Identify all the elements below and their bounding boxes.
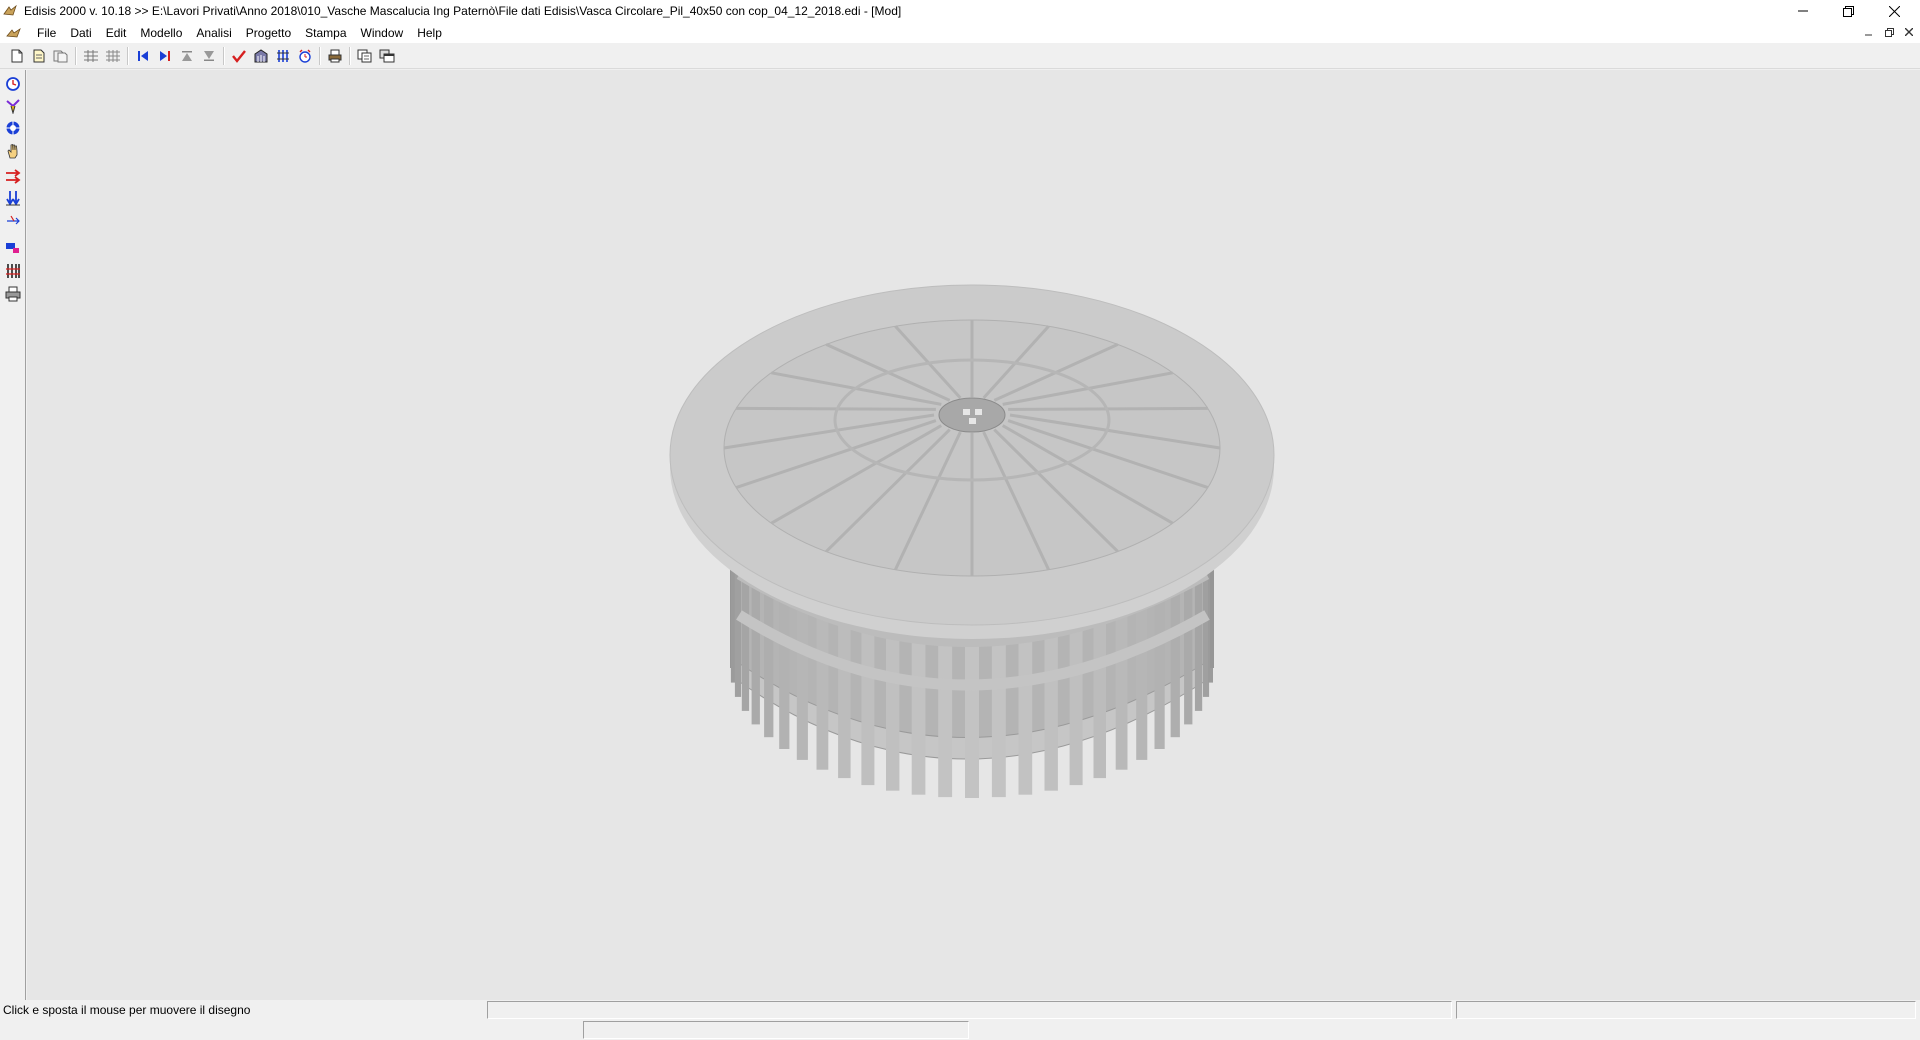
minimize-icon	[1797, 10, 1808, 12]
menu-edit[interactable]: Edit	[99, 26, 134, 40]
hub-opening	[969, 418, 976, 424]
save-file-icon	[53, 50, 68, 62]
toolbar	[0, 43, 1920, 69]
hub-opening	[975, 409, 982, 415]
menu-analisi[interactable]: Analisi	[189, 26, 238, 40]
printer-button[interactable]	[324, 45, 346, 67]
status-panel-3	[1456, 1001, 1916, 1019]
select-button[interactable]	[3, 96, 23, 116]
menu-bar: File Dati Edit Modello Analisi Progetto …	[0, 22, 1920, 43]
toolbar-separator	[127, 46, 129, 65]
window-icon	[379, 49, 395, 62]
copy-button[interactable]	[354, 45, 376, 67]
title-bar: Edisis 2000 v. 10.18 >> E:\Lavori Privat…	[0, 0, 1920, 22]
doc-close-button[interactable]	[1900, 24, 1918, 40]
circular-tank-3d-model	[669, 284, 1275, 798]
print-preview-button[interactable]	[3, 284, 23, 304]
minimize-icon	[1865, 34, 1872, 36]
document-window-controls	[1860, 24, 1918, 40]
check-button[interactable]	[228, 45, 250, 67]
clock-icon	[299, 49, 311, 63]
menu-help[interactable]: Help	[410, 26, 449, 40]
copy-icon	[357, 49, 372, 62]
window-button[interactable]	[376, 45, 398, 67]
axis-button[interactable]	[3, 210, 23, 230]
arrows-vertical-icon	[6, 191, 20, 206]
central-hub	[938, 397, 1006, 433]
open-file-icon	[33, 49, 45, 62]
move-up-icon	[182, 50, 192, 61]
toolbar-separator	[319, 46, 321, 65]
toolbar-separator	[75, 46, 77, 65]
rotate-icon	[6, 77, 20, 91]
building-icon	[254, 48, 268, 62]
printer-icon	[328, 49, 342, 62]
orbit-button[interactable]	[3, 118, 23, 138]
menu-modello[interactable]: Modello	[133, 26, 189, 40]
hand-pan-button[interactable]	[3, 141, 23, 161]
grid-alt-icon	[106, 49, 120, 62]
status-panel-2	[487, 1001, 1452, 1019]
app-logo-icon[interactable]	[3, 4, 19, 18]
toolbar-separator	[223, 46, 225, 65]
new-file-icon	[11, 49, 23, 62]
orbit-icon	[6, 121, 20, 135]
restore-button[interactable]	[1826, 0, 1871, 22]
columns-icon	[277, 49, 289, 62]
status-bar: Click e sposta il mouse per muovere il d…	[0, 1000, 1920, 1040]
first-record-button[interactable]	[132, 45, 154, 67]
print-icon	[5, 286, 21, 302]
arrows-horizontal-icon	[6, 169, 21, 184]
clock-button[interactable]	[294, 45, 316, 67]
grid-alt-button[interactable]	[102, 45, 124, 67]
grid-icon	[84, 49, 98, 62]
menu-progetto[interactable]: Progetto	[239, 26, 298, 40]
rotate-button[interactable]	[3, 74, 23, 94]
arrows-vertical-button[interactable]	[3, 188, 23, 208]
doc-restore-button[interactable]	[1880, 24, 1898, 40]
close-button[interactable]	[1872, 0, 1917, 22]
hub-opening	[963, 409, 970, 415]
new-file-button[interactable]	[6, 45, 28, 67]
render-button[interactable]	[3, 238, 23, 258]
arrows-horizontal-button[interactable]	[3, 166, 23, 186]
last-record-button[interactable]	[154, 45, 176, 67]
move-down-icon	[204, 50, 214, 61]
menu-window[interactable]: Window	[354, 26, 411, 40]
side-toolbar	[0, 70, 26, 1000]
close-icon	[1889, 5, 1900, 17]
close-icon	[1905, 28, 1913, 36]
menu-dati[interactable]: Dati	[63, 26, 98, 40]
bars-button[interactable]	[3, 261, 23, 281]
hand-pan-icon	[7, 143, 18, 159]
check-icon	[232, 49, 246, 63]
grid-button[interactable]	[80, 45, 102, 67]
menu-stampa[interactable]: Stampa	[298, 26, 353, 40]
doc-minimize-button[interactable]	[1860, 24, 1878, 40]
status-panel-4	[583, 1021, 969, 1039]
save-file-button[interactable]	[50, 45, 72, 67]
open-file-button[interactable]	[28, 45, 50, 67]
move-up-button[interactable]	[176, 45, 198, 67]
menu-file[interactable]: File	[30, 26, 63, 40]
bars-icon	[6, 264, 20, 278]
render-icon	[6, 243, 19, 253]
building-button[interactable]	[250, 45, 272, 67]
last-record-icon	[160, 50, 170, 61]
document-menu-icon[interactable]	[6, 26, 24, 40]
select-icon	[6, 99, 20, 114]
restore-icon	[1884, 27, 1894, 37]
model-viewport[interactable]	[27, 70, 1920, 1000]
minimize-button[interactable]	[1780, 0, 1825, 22]
window-title: Edisis 2000 v. 10.18 >> E:\Lavori Privat…	[24, 4, 902, 18]
columns-button[interactable]	[272, 45, 294, 67]
status-message: Click e sposta il mouse per muovere il d…	[3, 1003, 251, 1017]
first-record-icon	[138, 50, 148, 61]
restore-icon	[1843, 5, 1854, 17]
move-down-button[interactable]	[198, 45, 220, 67]
axis-icon	[7, 215, 20, 225]
toolbar-separator	[349, 46, 351, 65]
